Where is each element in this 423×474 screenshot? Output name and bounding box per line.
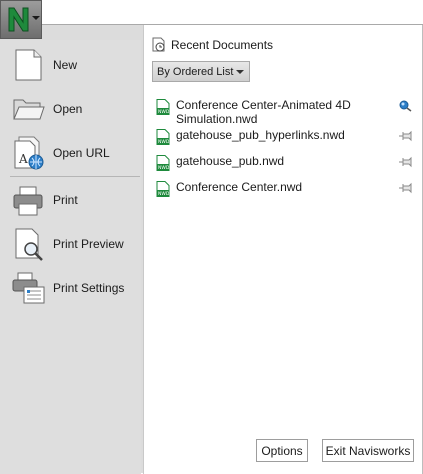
print-preview-icon (10, 226, 46, 262)
print-settings-icon (10, 270, 46, 306)
options-button[interactable]: Options (256, 439, 308, 462)
recent-document-item[interactable]: NWD Conference Center.nwd (156, 180, 414, 197)
menu-item-label: Print Preview (53, 237, 124, 251)
recent-document-item[interactable]: NWD gatehouse_pub_hyperlinks.nwd (156, 128, 414, 145)
pushpin-icon[interactable] (398, 156, 414, 168)
folder-open-icon (10, 91, 46, 127)
file-badge-text: NWD (158, 165, 170, 171)
open-url-icon: A (10, 135, 46, 171)
menu-item-print-preview[interactable]: Print Preview (10, 224, 136, 264)
recent-document-name: gatehouse_pub_hyperlinks.nwd (176, 128, 345, 142)
svg-text:A: A (18, 152, 28, 166)
recent-documents-header: Recent Documents (152, 37, 273, 53)
menu-item-print-settings[interactable]: Print Settings (10, 268, 136, 308)
recent-documents-panel: Recent Documents By Ordered List NWD Con… (143, 25, 423, 474)
nwd-file-icon: NWD (156, 155, 170, 171)
pushpin-icon[interactable] (398, 182, 414, 194)
application-menu-button[interactable] (0, 0, 42, 39)
command-list: New Open A Open URL Print Print Preview … (0, 40, 141, 474)
nwd-file-icon: NWD (156, 99, 170, 115)
recent-document-name: gatehouse_pub.nwd (176, 154, 285, 168)
title-strip (0, 0, 423, 24)
nwd-file-icon: NWD (156, 129, 170, 145)
recent-document-item[interactable]: NWD gatehouse_pub.nwd (156, 154, 414, 171)
new-document-icon (10, 47, 46, 83)
printer-icon (10, 182, 46, 218)
pin-active-icon[interactable] (398, 100, 414, 112)
pushpin-icon[interactable] (398, 130, 414, 142)
file-badge-text: NWD (158, 139, 170, 145)
menu-item-label: Open URL (53, 146, 110, 160)
order-by-label: By Ordered List (157, 65, 234, 78)
nwd-file-icon: NWD (156, 181, 170, 197)
menu-separator (10, 176, 140, 177)
file-badge-text: NWD (158, 109, 170, 115)
recent-documents-icon (152, 37, 165, 52)
menu-item-label: Print Settings (53, 281, 125, 295)
chevron-down-icon (32, 16, 40, 20)
order-by-dropdown[interactable]: By Ordered List (152, 61, 250, 82)
menu-item-open[interactable]: Open (10, 89, 136, 129)
menu-item-label: Open (53, 102, 83, 116)
exit-button[interactable]: Exit Navisworks (322, 439, 414, 462)
recent-document-name: Conference Center-Animated 4D Simulation… (176, 98, 351, 126)
recent-document-name: Conference Center.nwd (176, 180, 303, 194)
chevron-down-icon (236, 70, 244, 74)
application-menu: New Open A Open URL Print Print Preview … (0, 24, 423, 474)
menu-item-label: New (53, 58, 78, 72)
menu-item-print[interactable]: Print (10, 180, 136, 220)
recent-documents-title: Recent Documents (171, 38, 274, 52)
menu-item-open-url[interactable]: A Open URL (10, 133, 136, 173)
recent-document-item[interactable]: NWD Conference Center-Animated 4D Simula… (156, 98, 414, 126)
file-badge-text: NWD (158, 191, 170, 197)
menu-item-label: Print (53, 193, 78, 207)
menu-item-new[interactable]: New (10, 45, 136, 85)
navisworks-logo-icon (8, 7, 29, 32)
